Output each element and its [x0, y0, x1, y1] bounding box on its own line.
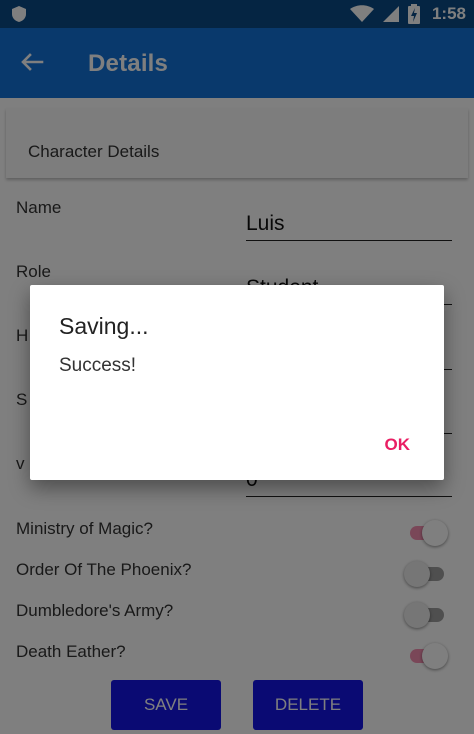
dialog-message: Success! [59, 355, 137, 376]
ok-button[interactable]: OK [385, 435, 411, 455]
saving-dialog: Saving... Success! OK [30, 285, 444, 480]
dialog-title: Saving... [59, 313, 149, 339]
